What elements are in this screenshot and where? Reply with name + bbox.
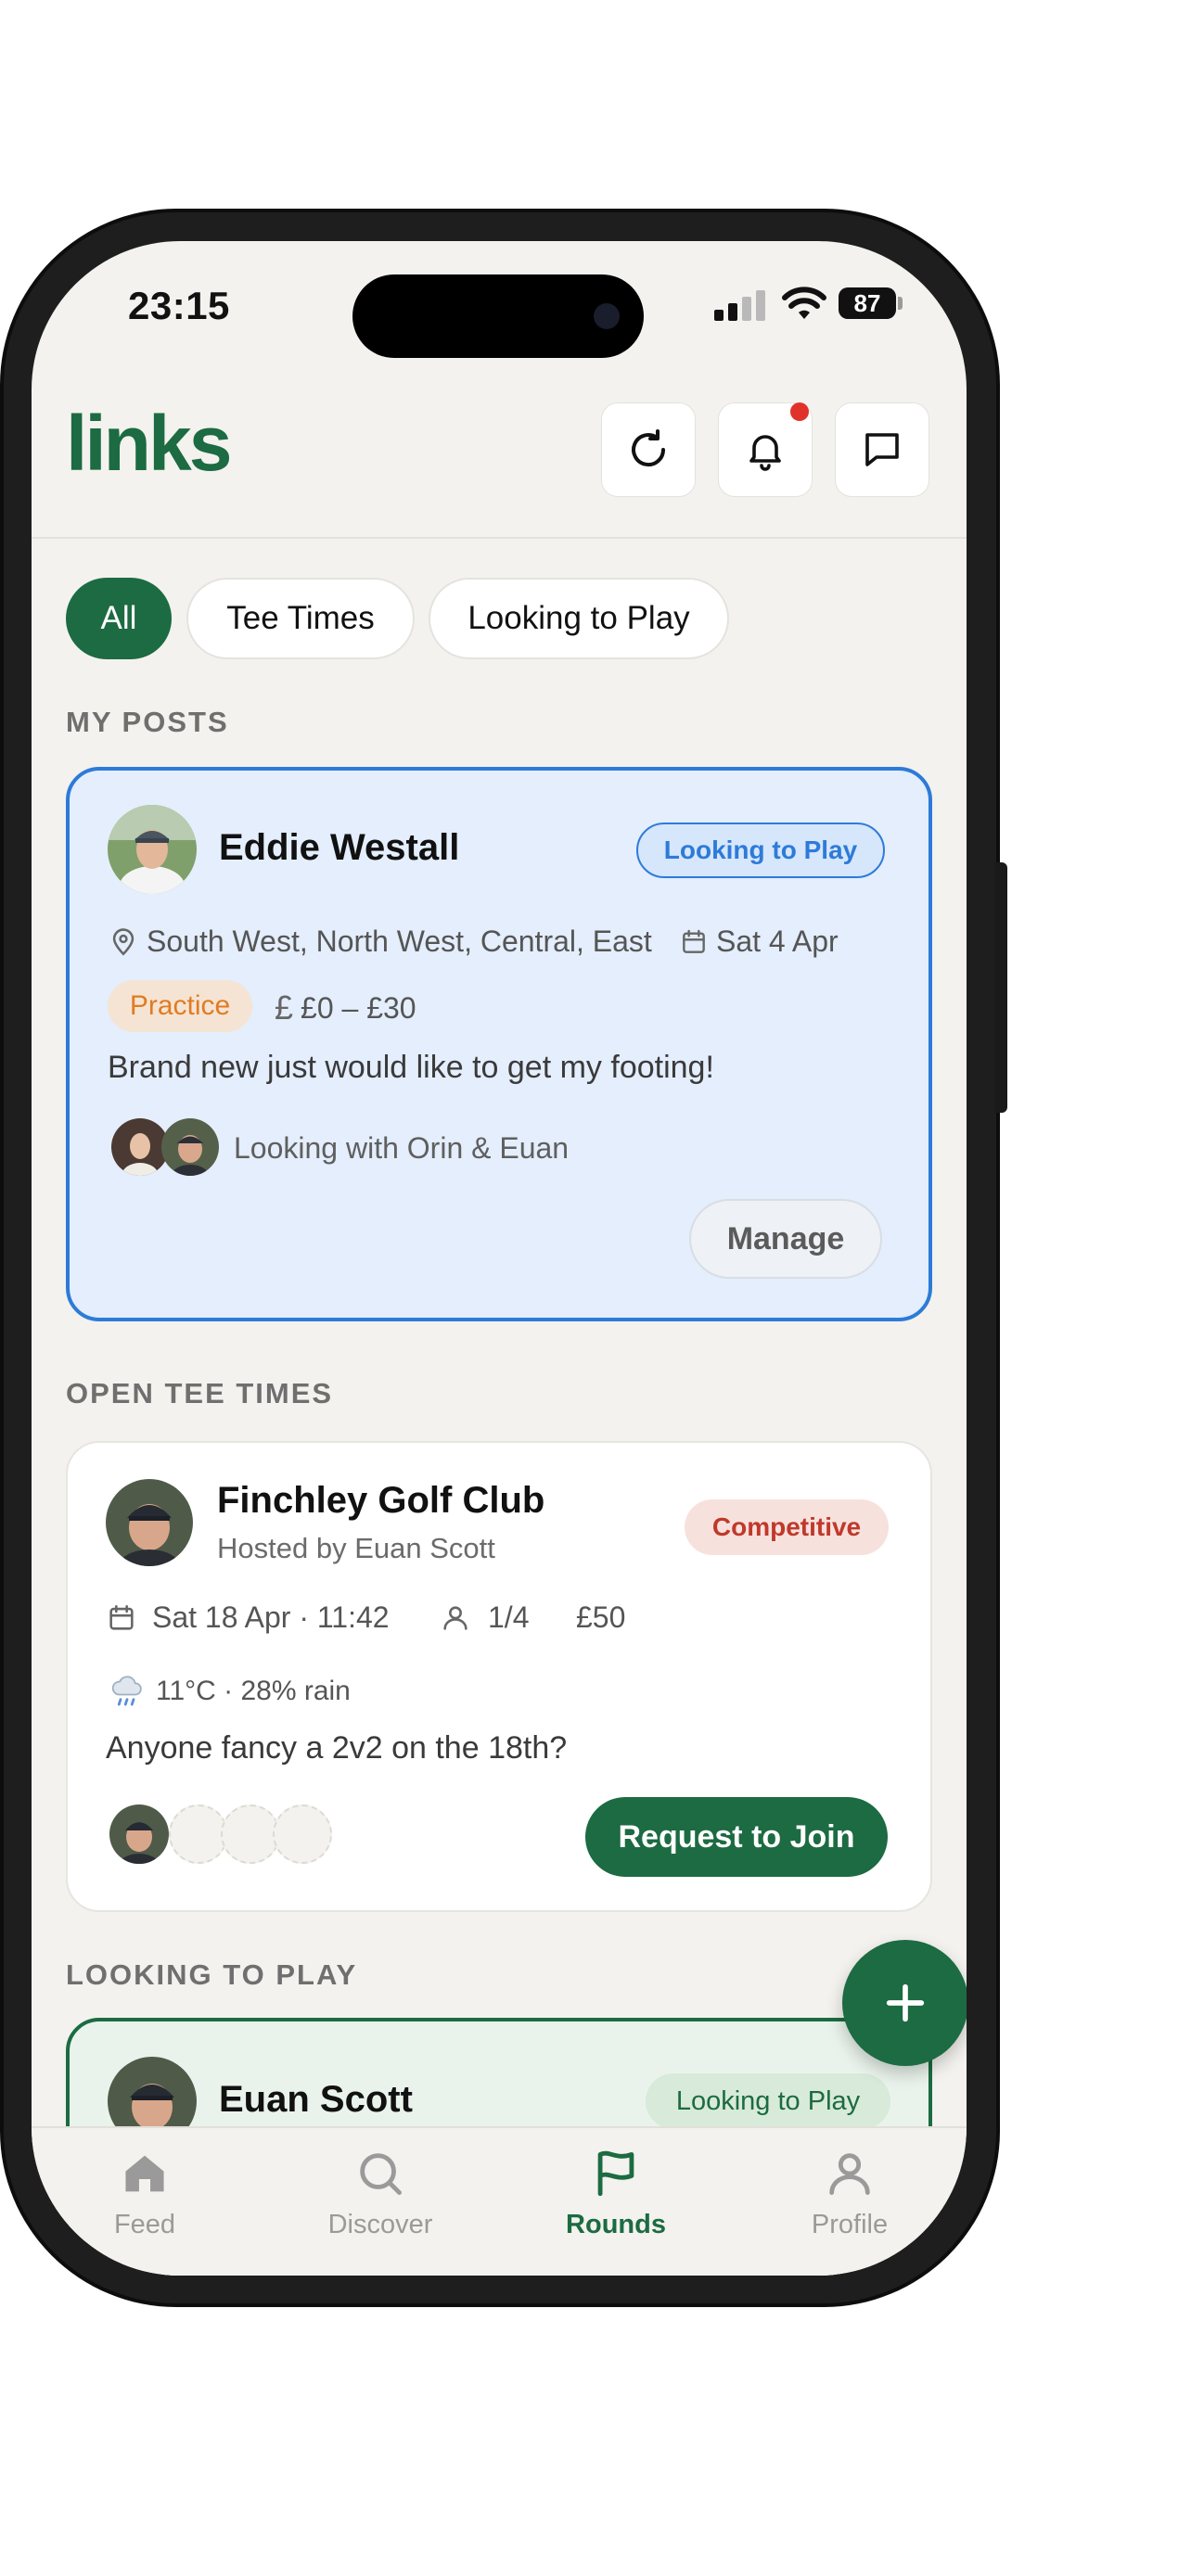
app-logo: links [66,400,232,487]
rain-cloud-icon [111,1676,142,1706]
person-icon [443,1605,467,1630]
open-slot [273,1804,332,1864]
tab-label: Profile [811,2210,889,2239]
calendar-icon [109,1604,134,1630]
status-time: 23:15 [128,284,230,327]
messages-button[interactable] [835,402,929,497]
practice-tag: Practice [108,980,252,1032]
search-icon [360,2153,402,2195]
post-author-name: Eddie Westall [219,827,460,868]
tee-players-text: 1/4 [488,1600,530,1634]
tab-label: Feed [113,2210,176,2239]
chat-icon [865,433,899,466]
section-my-posts: MY POSTS [66,706,229,738]
plus-icon [886,1983,925,2022]
notification-dot [790,402,809,421]
bell-icon [749,435,781,471]
filter-chip-all[interactable]: All [66,578,172,659]
post-companions: Looking with Orin & Euan [234,1131,570,1165]
tab-feed[interactable]: Feed [52,2147,237,2240]
battery-nub [898,297,903,310]
flag-icon [597,2150,634,2197]
side-button [994,862,1007,1113]
request-to-join-button[interactable]: Request to Join [585,1797,888,1877]
filter-chip-looking-to-play[interactable]: Looking to Play [429,578,729,659]
post-price-text: £0 – £30 [301,990,416,1025]
header-divider [32,537,967,539]
wifi-icon [782,287,826,319]
avatar [108,805,197,894]
calendar-icon [683,929,705,953]
tee-weather-text: 11°C · 28% rain [156,1676,351,1706]
tee-players: 1/4 [440,1600,529,1635]
post-price: £ £0 – £30 [275,988,416,1027]
tee-message: Anyone fancy a 2v2 on the 18th? [106,1730,568,1766]
app-screen: 23:15 87 links All Tee Times Looking to … [32,241,967,2276]
tab-discover[interactable]: Discover [288,2147,473,2240]
club-name: Finchley Golf Club [217,1480,545,1521]
section-looking-to-play: LOOKING TO PLAY [66,1958,358,1991]
refresh-button[interactable] [601,402,696,497]
home-icon [125,2155,164,2192]
camera-icon [594,303,620,329]
post-date-text: Sat 4 Apr [716,925,839,958]
dynamic-island [352,274,644,358]
refresh-icon [632,429,665,466]
tee-datetime-text: Sat 18 Apr · 11:42 [152,1600,390,1634]
player-avatar [109,1804,169,1864]
post-message: Brand new just would like to get my foot… [108,1050,714,1085]
tee-price: £50 [576,1600,626,1634]
host-name: Hosted by Euan Scott [217,1532,495,1564]
tee-datetime: Sat 18 Apr · 11:42 [106,1600,390,1635]
manage-button[interactable]: Manage [689,1199,882,1279]
battery-indicator: 87 [839,287,896,319]
status-badge: Looking to Play [636,823,885,878]
filter-chip-tee-times[interactable]: Tee Times [186,578,415,659]
open-slot [221,1804,280,1864]
tab-label: Rounds [566,2210,666,2239]
section-open-tee-times: OPEN TEE TIMES [66,1377,334,1409]
status-badge: Looking to Play [646,2073,890,2129]
location-pin-icon [112,927,134,956]
tee-weather: 11°C · 28% rain [108,1672,351,1711]
post-regions: South West, North West, Central, East [147,925,652,958]
post-date: Sat 4 Apr [679,925,839,959]
host-avatar [106,1479,193,1566]
person-icon [829,2153,870,2195]
companion-avatar-orin [111,1118,169,1176]
post-location: South West, North West, Central, East [108,925,652,959]
pound-icon: £ [275,988,294,1027]
tab-label: Discover [327,2210,433,2239]
competitive-badge: Competitive [685,1499,889,1555]
looking-author-name: Euan Scott [219,2079,413,2120]
companion-avatar-euan [161,1118,219,1176]
cellular-signal-icon [714,289,766,321]
create-post-button[interactable] [842,1940,967,2066]
tab-rounds[interactable]: Rounds [523,2147,709,2240]
open-slot [169,1804,228,1864]
tab-profile[interactable]: Profile [757,2147,942,2240]
